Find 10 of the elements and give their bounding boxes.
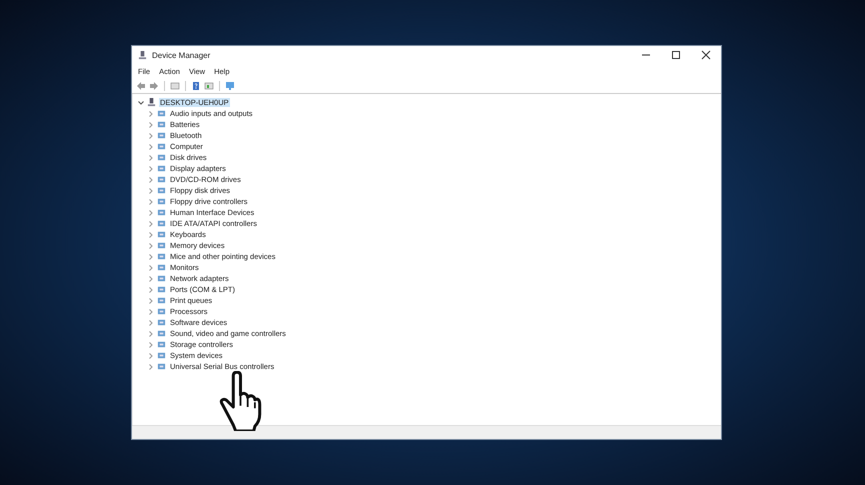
window-title: Device Manager: [152, 50, 210, 60]
help-icon[interactable]: [191, 80, 201, 90]
forward-arrow-icon[interactable]: [149, 80, 159, 90]
monitor-icon[interactable]: [225, 80, 235, 90]
back-arrow-icon[interactable]: [136, 80, 146, 90]
properties-icon[interactable]: [170, 80, 180, 90]
device-view-icon[interactable]: [204, 80, 214, 90]
computer-icon: [138, 50, 147, 60]
computer-icon: [147, 98, 156, 107]
chevron-icon[interactable]: [137, 98, 145, 106]
